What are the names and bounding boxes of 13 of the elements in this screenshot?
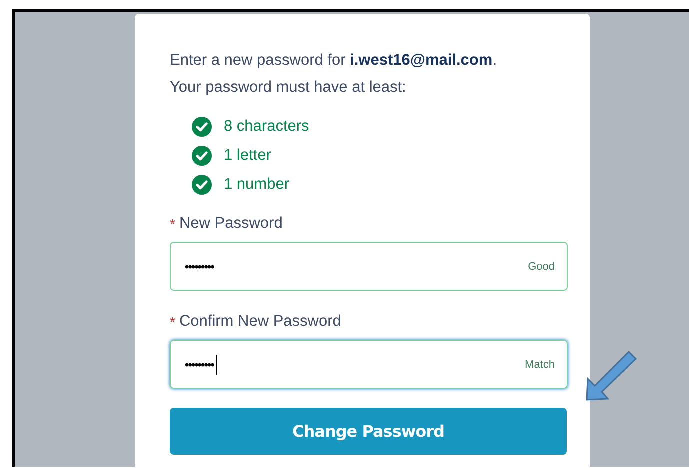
field-label: Confirm New Password [179, 313, 342, 331]
required-asterisk: * [170, 216, 176, 232]
password-field[interactable]: ••••••••• Match [170, 340, 568, 389]
required-asterisk: * [170, 314, 176, 330]
instruction-text: Enter a new password for i.west16@mail.com. [170, 52, 498, 70]
requirement-text: 1 letter [224, 147, 272, 165]
strength-text: Match [525, 358, 555, 370]
requirement-text: 8 characters [224, 118, 310, 136]
strength-text: Good [528, 260, 555, 272]
field-label: New Password [179, 215, 283, 233]
rules-heading: Your password must have at least: [170, 79, 408, 97]
password-field[interactable]: ••••••••• Good [170, 242, 568, 291]
requirement-text: 1 number [224, 176, 290, 194]
